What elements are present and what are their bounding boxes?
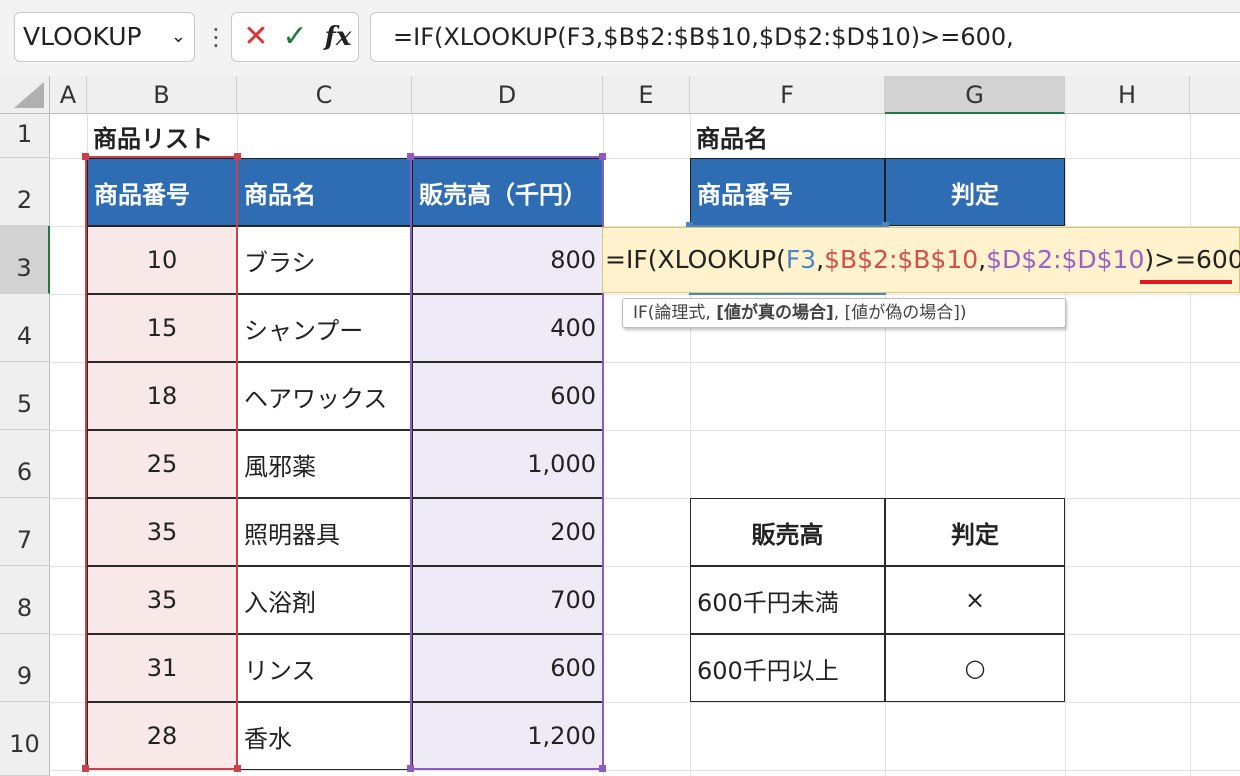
formula-part: =IF(XLOOKUP(: [605, 245, 786, 274]
cell-b1-title[interactable]: 商品リスト: [87, 114, 287, 158]
tooltip-text: IF(論理式,: [633, 303, 717, 323]
annotation-underline: [1140, 280, 1232, 284]
product-name-cell[interactable]: 香水: [237, 702, 412, 770]
criteria-range-cell[interactable]: 600千円以上: [690, 634, 885, 702]
formula-part: ,: [816, 245, 825, 274]
row-header-2[interactable]: 2: [0, 158, 50, 226]
enter-icon[interactable]: ✓: [279, 19, 311, 55]
formula-part: )>=600,: [1144, 245, 1240, 274]
column-header-e[interactable]: E: [603, 76, 690, 114]
formula-ref-f3: F3: [785, 245, 817, 274]
range-handle[interactable]: [234, 765, 241, 772]
column-header-c[interactable]: C: [237, 76, 412, 114]
formula-ref-b-range: $B$2:$B$10: [824, 245, 979, 274]
cell-f1-label[interactable]: 商品名: [690, 114, 885, 158]
cell-g2-header[interactable]: 判定: [885, 158, 1065, 226]
product-name-cell[interactable]: 風邪薬: [237, 430, 412, 498]
formula-buttons: ✕ ✓ fx: [231, 12, 359, 62]
product-name-cell[interactable]: 入浴剤: [237, 566, 412, 634]
more-options-icon[interactable]: ⋮: [204, 18, 228, 58]
row-header-8[interactable]: 8: [0, 566, 50, 634]
product-name-cell[interactable]: ブラシ: [237, 226, 412, 294]
row-header-10[interactable]: 10: [0, 702, 50, 776]
formula-part: ,: [978, 245, 987, 274]
range-handle[interactable]: [599, 765, 606, 772]
cell-c2-header[interactable]: 商品名: [237, 158, 412, 226]
criteria-mark-cell[interactable]: ×: [885, 566, 1065, 634]
criteria-header-sales[interactable]: 販売高: [690, 498, 885, 566]
product-name-cell[interactable]: リンス: [237, 634, 412, 702]
select-all-icon: [14, 82, 44, 108]
row-header-6[interactable]: 6: [0, 430, 50, 498]
column-header-i[interactable]: [1190, 76, 1240, 114]
name-box[interactable]: VLOOKUP ⌄: [14, 12, 195, 62]
range-highlight-b: [85, 156, 238, 770]
product-name-cell[interactable]: シャンプー: [237, 294, 412, 362]
formula-bar-input[interactable]: =IF(XLOOKUP(F3,$B$2:$B$10,$D$2:$D$10)>=6…: [370, 12, 1240, 62]
name-box-value: VLOOKUP: [23, 22, 142, 51]
column-header-g[interactable]: G: [885, 76, 1065, 114]
range-handle[interactable]: [234, 153, 241, 160]
formula-ref-d-range: $D$2:$D$10: [986, 245, 1145, 274]
column-header-b[interactable]: B: [87, 76, 237, 114]
tooltip-text: , [値が偽の場合]): [833, 303, 967, 323]
criteria-mark-cell[interactable]: ○: [885, 634, 1065, 702]
range-handle[interactable]: [407, 153, 414, 160]
criteria-header-judgment[interactable]: 判定: [885, 498, 1065, 566]
range-handle[interactable]: [82, 153, 89, 160]
function-tooltip[interactable]: IF(論理式, [値が真の場合], [値が偽の場合]): [622, 298, 1066, 328]
gridline: [50, 770, 1240, 771]
cell-f2-header[interactable]: 商品番号: [690, 158, 885, 226]
gridline: [1065, 114, 1066, 776]
criteria-range-cell[interactable]: 600千円未満: [690, 566, 885, 634]
range-highlight-d: [410, 156, 604, 770]
range-handle[interactable]: [407, 765, 414, 772]
column-header-a[interactable]: A: [50, 76, 87, 114]
row-header-9[interactable]: 9: [0, 634, 50, 702]
insert-function-icon[interactable]: fx: [320, 19, 356, 55]
cancel-icon[interactable]: ✕: [240, 19, 272, 55]
row-header-4[interactable]: 4: [0, 294, 50, 362]
chevron-down-icon[interactable]: ⌄: [171, 13, 186, 61]
column-header-d[interactable]: D: [412, 76, 603, 114]
row-header-7[interactable]: 7: [0, 498, 50, 566]
range-handle[interactable]: [599, 153, 606, 160]
column-header-f[interactable]: F: [690, 76, 885, 114]
gridline: [1190, 114, 1191, 776]
row-header-1[interactable]: 1: [0, 114, 50, 158]
row-header-3[interactable]: 3: [0, 226, 50, 294]
row-header-5[interactable]: 5: [0, 362, 50, 430]
column-header-h[interactable]: H: [1065, 76, 1190, 114]
product-name-cell[interactable]: ヘアワックス: [237, 362, 412, 430]
range-handle[interactable]: [82, 765, 89, 772]
product-name-cell[interactable]: 照明器具: [237, 498, 412, 566]
tooltip-active-arg: [値が真の場合]: [716, 303, 834, 323]
